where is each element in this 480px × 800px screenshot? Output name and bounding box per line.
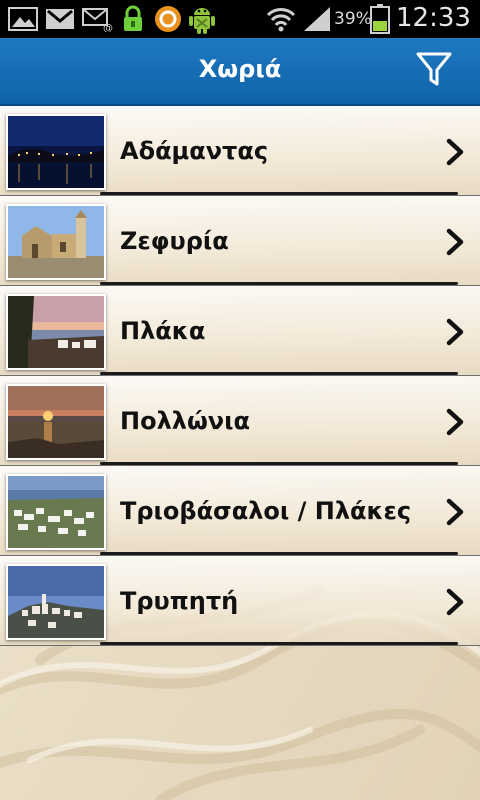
village-name: Ζεφυρία	[120, 227, 229, 255]
lock-icon	[121, 5, 145, 37]
thumbnail-image	[6, 114, 106, 190]
chevron-right-icon	[446, 498, 464, 526]
battery-icon	[370, 4, 390, 38]
page-title: Χωριά	[198, 55, 282, 83]
chevron-right-icon	[446, 408, 464, 436]
village-name: Τρυπητή	[120, 587, 239, 615]
list-item[interactable]: Πλάκα	[0, 286, 480, 376]
chevron-right-icon	[446, 588, 464, 616]
thumbnail-image	[6, 384, 106, 460]
list-item[interactable]: Πολλώνια	[0, 376, 480, 466]
gallery-icon	[8, 7, 38, 35]
thumbnail-image	[6, 474, 106, 550]
app-icon	[154, 5, 182, 37]
signal-icon	[302, 5, 332, 37]
chevron-right-icon	[446, 318, 464, 346]
filter-icon	[416, 52, 452, 86]
village-list: Αδάμαντας Ζεφυρία Πλάκα Πολλώνια Τριοβάσ…	[0, 106, 480, 646]
chevron-right-icon	[446, 228, 464, 256]
clock: 12:33	[396, 3, 471, 33]
list-item[interactable]: Αδάμαντας	[0, 106, 480, 196]
village-name: Αδάμαντας	[120, 137, 269, 165]
status-bar: @ 39% 12:33	[0, 0, 480, 38]
thumbnail-image	[6, 204, 106, 280]
filter-button[interactable]	[412, 50, 456, 90]
village-name: Τριοβάσαλοι / Πλάκες	[120, 497, 412, 525]
wifi-icon	[266, 5, 296, 37]
list-item[interactable]: Τριοβάσαλοι / Πλάκες	[0, 466, 480, 556]
svg-text:@: @	[103, 23, 113, 32]
battery-percent: 39%	[334, 9, 372, 29]
thumbnail-image	[6, 294, 106, 370]
list-item[interactable]: Τρυπητή	[0, 556, 480, 646]
village-name: Πολλώνια	[120, 407, 250, 435]
thumbnail-image	[6, 564, 106, 640]
village-name: Πλάκα	[120, 317, 206, 345]
email-icon: @	[82, 8, 114, 36]
android-debug-icon	[187, 3, 217, 39]
app-bar: Χωριά	[0, 38, 480, 106]
list-item[interactable]: Ζεφυρία	[0, 196, 480, 286]
gmail-icon	[45, 8, 75, 34]
chevron-right-icon	[446, 138, 464, 166]
